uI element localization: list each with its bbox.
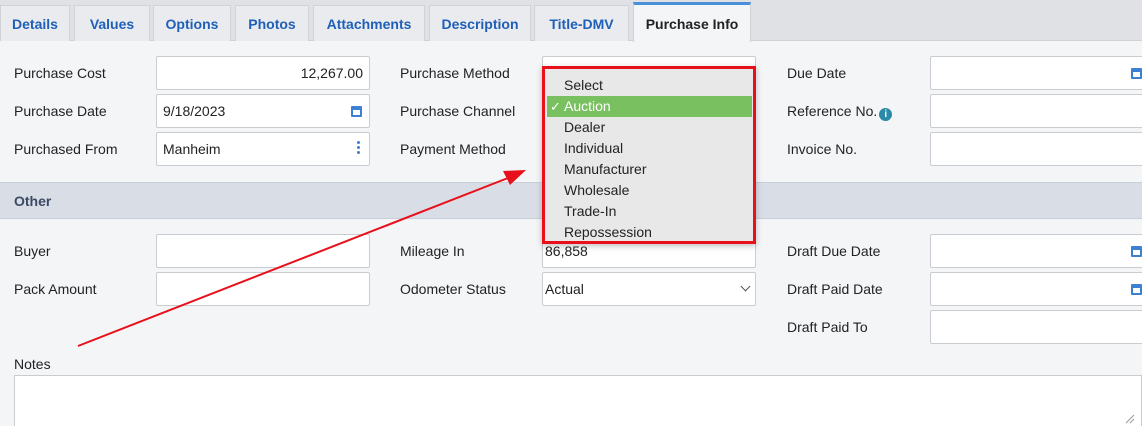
dropdown-option-individual[interactable]: Individual	[547, 138, 752, 159]
dropdown-option-trade-in[interactable]: Trade-In	[547, 201, 752, 222]
dropdown-option-wholesale[interactable]: Wholesale	[547, 180, 752, 201]
dropdown-option-label: Auction	[564, 98, 611, 114]
dropdown-option-auction[interactable]: ✓ Auction	[547, 96, 752, 117]
dropdown-option-repossession[interactable]: Repossession	[547, 222, 752, 243]
checkmark-icon: ✓	[550, 99, 561, 114]
purchase-method-dropdown: Select ✓ Auction Dealer Individual Manuf…	[542, 66, 756, 244]
dropdown-option-manufacturer[interactable]: Manufacturer	[547, 159, 752, 180]
dropdown-option-dealer[interactable]: Dealer	[547, 117, 752, 138]
dropdown-option-select[interactable]: Select	[547, 75, 752, 96]
